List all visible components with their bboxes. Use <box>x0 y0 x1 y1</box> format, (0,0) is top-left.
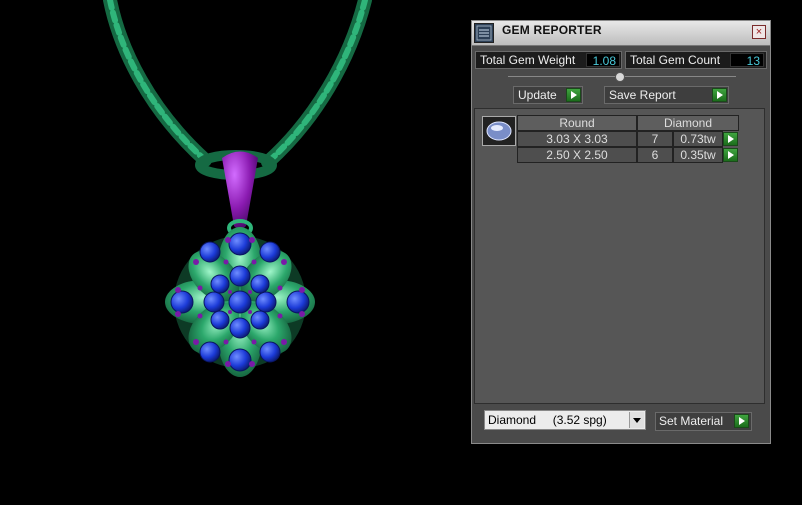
total-gem-count-value: 13 <box>730 53 764 68</box>
gem-size-cell: 3.03 X 3.03 <box>517 131 637 147</box>
gem-reporter-panel: GEM REPORTER × Total Gem Weight 1.08 Tot… <box>471 20 771 444</box>
save-report-button[interactable]: Save Report <box>604 86 729 104</box>
total-gem-count-field: Total Gem Count 13 <box>625 51 767 69</box>
3d-viewport[interactable] <box>0 0 470 500</box>
panel-title: GEM REPORTER <box>502 23 602 37</box>
gem-count-cell: 6 <box>637 147 673 163</box>
play-arrow-icon <box>712 88 727 102</box>
chevron-down-icon[interactable] <box>629 412 644 428</box>
panel-titlebar[interactable]: GEM REPORTER × <box>472 21 770 46</box>
total-gem-weight-label: Total Gem Weight <box>480 53 576 67</box>
total-gem-weight-field: Total Gem Weight 1.08 <box>475 51 622 69</box>
shape-header: Round <box>517 115 637 131</box>
pendant-render <box>103 0 372 377</box>
close-icon[interactable]: × <box>752 25 766 39</box>
update-button[interactable]: Update <box>513 86 583 104</box>
gem-count-cell: 7 <box>637 131 673 147</box>
play-arrow-icon <box>734 414 749 428</box>
total-gem-count-label: Total Gem Count <box>630 53 721 67</box>
gem-size-cell: 2.50 X 2.50 <box>517 147 637 163</box>
round-gem-icon <box>482 116 516 146</box>
pendant-head <box>165 227 315 377</box>
row-select-arrow-icon[interactable] <box>723 148 738 162</box>
bail <box>222 151 258 237</box>
total-gem-weight-value: 1.08 <box>586 53 620 68</box>
app-logo-icon <box>474 23 494 43</box>
material-select[interactable]: Diamond (3.52 spg) <box>484 410 646 430</box>
set-material-button-label: Set Material <box>659 414 724 428</box>
update-button-label: Update <box>518 88 557 102</box>
gem-list[interactable]: Round Diamond 3.03 X 3.03 7 0.73tw 2.50 … <box>474 108 765 404</box>
set-material-button[interactable]: Set Material <box>655 412 752 431</box>
gem-weight-cell: 0.35tw <box>673 147 723 163</box>
play-arrow-icon <box>566 88 581 102</box>
splitter-handle[interactable] <box>615 72 625 82</box>
material-select-value: Diamond (3.52 spg) <box>488 413 607 427</box>
save-report-button-label: Save Report <box>609 88 676 102</box>
chain <box>103 0 372 180</box>
row-select-arrow-icon[interactable] <box>723 132 738 146</box>
material-header: Diamond <box>637 115 739 131</box>
gem-weight-cell: 0.73tw <box>673 131 723 147</box>
